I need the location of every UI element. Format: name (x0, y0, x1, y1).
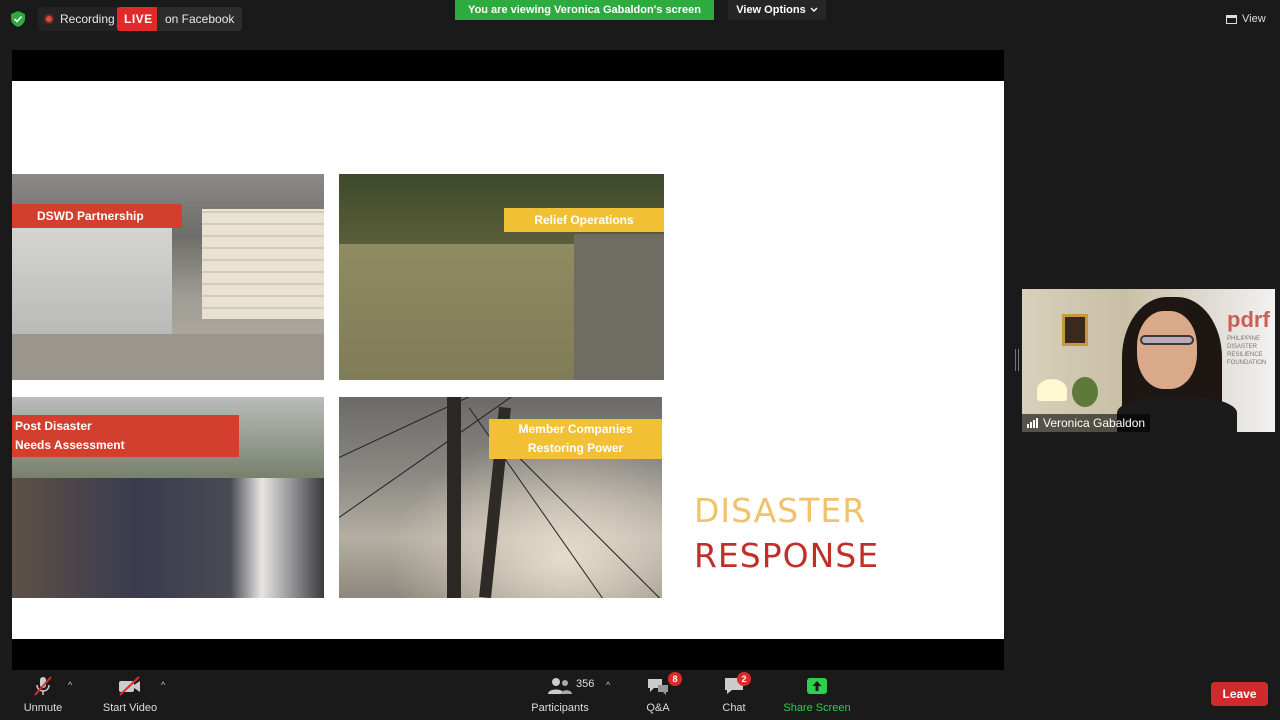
record-icon (44, 14, 54, 24)
speaker-face (1137, 311, 1197, 389)
qa-icon (648, 679, 668, 695)
panel-resize-handle[interactable] (1015, 349, 1019, 371)
chat-badge: 2 (737, 672, 751, 686)
microphone-muted-icon (34, 676, 52, 696)
crowd-image (12, 478, 324, 598)
participants-icon (548, 678, 572, 694)
plant (1072, 377, 1098, 407)
unmute-button[interactable]: Unmute (18, 670, 68, 720)
photo-needs-assessment: Post Disaster Needs Assessment (12, 397, 324, 598)
qa-label: Q&A (646, 702, 670, 714)
video-options-caret[interactable]: ^ (161, 680, 165, 690)
top-bar: Recording LIVE on Facebook You are viewi… (0, 0, 1280, 40)
view-options-button[interactable]: View Options (728, 0, 826, 20)
speaker-glasses (1140, 335, 1194, 345)
meeting-toolbar: Unmute ^ Start Video ^ Participants 356 … (0, 670, 1280, 720)
participants-options-caret[interactable]: ^ (606, 680, 610, 690)
truck-image (12, 214, 172, 344)
wall-picture (1062, 314, 1088, 346)
chevron-down-icon (810, 7, 818, 12)
viewing-screen-banner: You are viewing Veronica Gabaldon's scre… (455, 0, 714, 20)
leave-button[interactable]: Leave (1211, 682, 1268, 706)
unmute-label: Unmute (23, 702, 63, 714)
view-options-label: View Options (736, 4, 806, 16)
chat-label: Chat (722, 702, 746, 714)
participant-name: Veronica Gabaldon (1043, 416, 1146, 430)
facebook-stream-label[interactable]: on Facebook (157, 7, 243, 31)
caption-dswd-partnership: DSWD Partnership (12, 204, 182, 228)
participants-label: Participants (531, 702, 589, 714)
slide-title-line2: RESPONSE (694, 536, 880, 575)
relief-sacks-image (202, 209, 324, 319)
recording-label: Recording (60, 12, 115, 26)
view-grid-icon (1226, 14, 1237, 24)
caption-restoring-power: Member Companies Restoring Power (489, 419, 662, 459)
video-off-icon (119, 676, 140, 696)
view-button[interactable]: View (1220, 8, 1272, 30)
photo-relief-operations: Relief Operations (339, 174, 664, 380)
share-screen-icon (807, 678, 827, 694)
recording-indicator[interactable]: Recording (38, 7, 121, 31)
caption-relief-operations: Relief Operations (504, 208, 664, 232)
participant-video-tile[interactable]: pdrf PHILIPPINE DISASTER RESILIENCE FOUN… (1022, 289, 1275, 432)
utility-pole (447, 397, 461, 598)
floor-image (12, 334, 324, 380)
pdrf-logo: pdrf (1227, 307, 1270, 332)
view-label: View (1242, 13, 1266, 25)
lamp (1037, 379, 1067, 401)
slide-title-line1: DISASTER (694, 491, 867, 530)
rocks-image (574, 234, 664, 380)
share-screen-button[interactable]: Share Screen (782, 670, 852, 720)
pdrf-logo-subtitle: PHILIPPINE DISASTER RESILIENCE FOUNDATIO… (1227, 336, 1267, 366)
qa-badge: 8 (668, 672, 682, 686)
start-video-button[interactable]: Start Video (100, 670, 160, 720)
photo-restoring-power: Member Companies Restoring Power (339, 397, 662, 598)
participants-count: 356 (576, 678, 595, 690)
presentation-slide: DSWD Partnership Relief Operations Post … (12, 81, 1004, 639)
audio-options-caret[interactable]: ^ (68, 680, 72, 690)
share-screen-label: Share Screen (783, 702, 851, 714)
photo-dswd-partnership: DSWD Partnership (12, 174, 324, 380)
signal-bars-icon (1027, 418, 1038, 428)
shield-icon[interactable] (11, 11, 25, 27)
caption-needs-assessment: Post Disaster Needs Assessment (12, 415, 239, 457)
live-badge[interactable]: LIVE (117, 7, 160, 31)
participant-name-tag: Veronica Gabaldon (1022, 414, 1151, 432)
start-video-label: Start Video (102, 702, 158, 714)
